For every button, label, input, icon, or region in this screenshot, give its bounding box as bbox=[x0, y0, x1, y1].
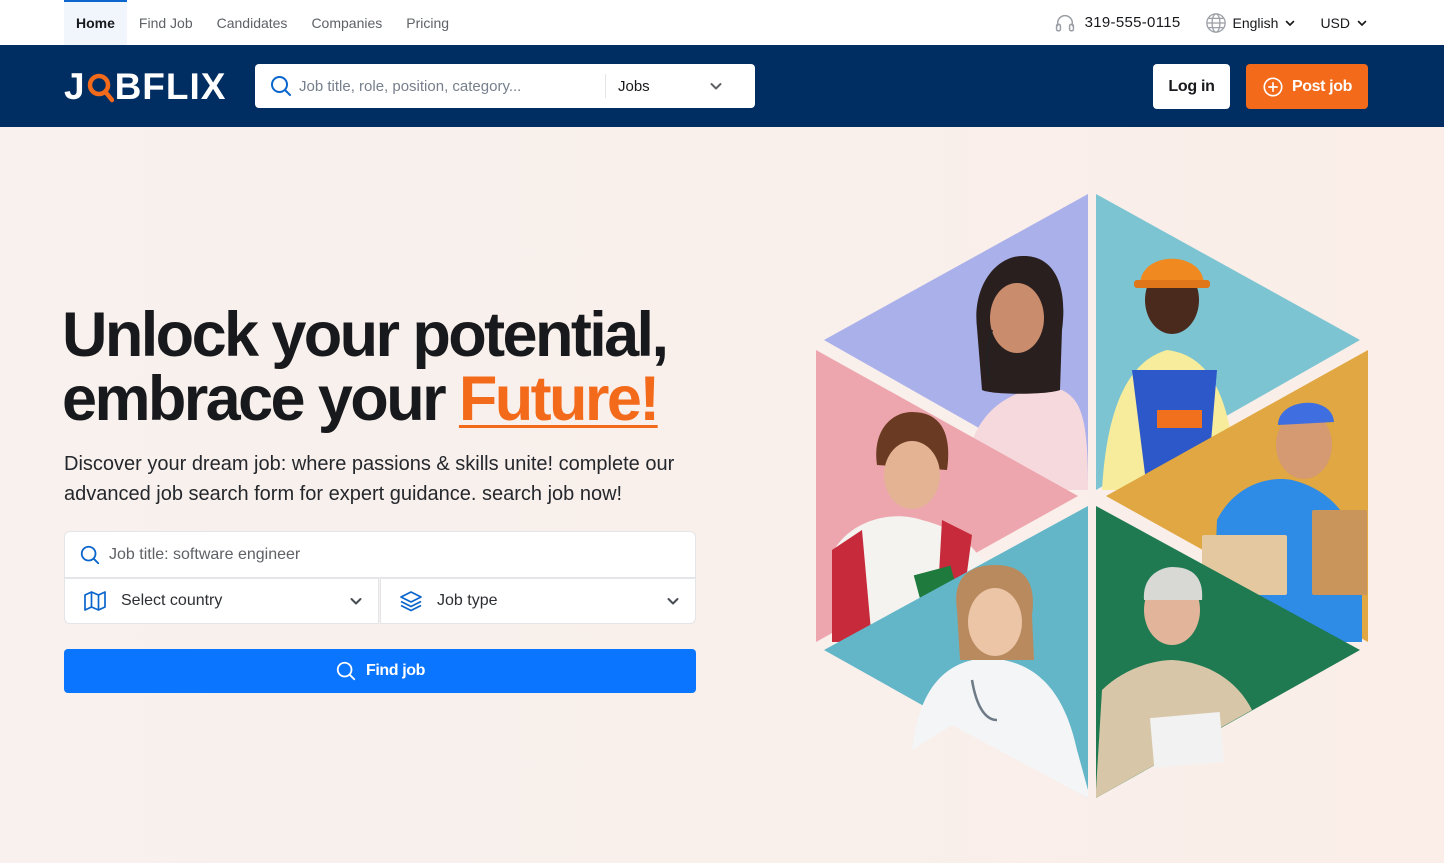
chevron-down-icon bbox=[350, 598, 362, 605]
topnav-item-home[interactable]: Home bbox=[64, 0, 127, 45]
layers-icon bbox=[400, 591, 422, 612]
hero-subtitle: Discover your dream job: where passions … bbox=[64, 453, 675, 505]
logo-letter-j: J bbox=[64, 66, 86, 107]
post-job-label: Post job bbox=[1292, 77, 1352, 95]
search-category-label: Jobs bbox=[618, 77, 650, 95]
topnav-item-pricing[interactable]: Pricing bbox=[394, 0, 461, 45]
find-job-button[interactable]: Find job bbox=[64, 649, 696, 693]
top-bar: Home Find Job Candidates Companies Prici… bbox=[0, 0, 1444, 45]
job-title-field[interactable] bbox=[64, 531, 696, 578]
main-header: J BFLIX Jobs Log in Post job bbox=[0, 45, 1444, 127]
header-search-input[interactable] bbox=[299, 64, 605, 108]
job-title-input[interactable] bbox=[109, 545, 669, 564]
post-job-button[interactable]: Post job bbox=[1246, 64, 1368, 109]
logo-letters-bflix: BFLIX bbox=[114, 66, 227, 107]
top-nav: Home Find Job Candidates Companies Prici… bbox=[64, 0, 461, 45]
chevron-down-icon bbox=[1357, 20, 1367, 26]
language-label: English bbox=[1232, 14, 1279, 31]
topnav-item-companies[interactable]: Companies bbox=[299, 0, 394, 45]
headline-line-1: Unlock your potential, bbox=[62, 300, 669, 370]
hero-photo-collage bbox=[816, 194, 1368, 798]
language-select[interactable]: English bbox=[1205, 12, 1297, 34]
chevron-down-icon bbox=[1286, 20, 1295, 26]
plus-circle-icon bbox=[1263, 76, 1283, 97]
job-type-select-label: Job type bbox=[437, 592, 498, 609]
search-icon bbox=[80, 545, 100, 564]
country-select[interactable]: Select country bbox=[64, 578, 379, 624]
header-search-bar: Jobs bbox=[255, 64, 755, 108]
headset-icon bbox=[1055, 14, 1074, 32]
support-phone[interactable]: 319-555-0115 bbox=[1054, 12, 1181, 34]
topnav-item-candidates[interactable]: Candidates bbox=[205, 0, 300, 45]
jobflix-logo[interactable]: J BFLIX bbox=[64, 66, 227, 107]
currency-select[interactable]: USD bbox=[1320, 15, 1368, 31]
topnav-item-find-job[interactable]: Find Job bbox=[127, 0, 205, 45]
logo-magnifier-icon bbox=[87, 68, 114, 106]
chevron-down-icon bbox=[667, 598, 679, 605]
globe-icon bbox=[1205, 12, 1226, 33]
hero-headline: Unlock your potential, embrace your Futu… bbox=[62, 303, 742, 431]
find-job-label: Find job bbox=[365, 662, 425, 679]
job-type-select[interactable]: Job type bbox=[380, 578, 696, 624]
headline-accent: Future! bbox=[458, 364, 660, 434]
search-icon-wrap bbox=[255, 64, 299, 108]
search-icon bbox=[271, 76, 291, 96]
search-icon bbox=[336, 661, 356, 681]
map-icon bbox=[84, 591, 106, 611]
headline-line-2: embrace your bbox=[62, 364, 459, 434]
phone-number: 319-555-0115 bbox=[1084, 14, 1181, 31]
top-right-utilities: 319-555-0115 English USD bbox=[1054, 0, 1368, 45]
hero-search-form: Select country Job type Find job bbox=[64, 531, 696, 693]
search-category-select[interactable]: Jobs bbox=[606, 64, 754, 108]
currency-label: USD bbox=[1320, 14, 1350, 31]
login-button[interactable]: Log in bbox=[1153, 64, 1230, 109]
chevron-down-icon bbox=[710, 83, 722, 90]
filter-row: Select country Job type bbox=[64, 578, 696, 624]
country-select-label: Select country bbox=[121, 592, 223, 609]
